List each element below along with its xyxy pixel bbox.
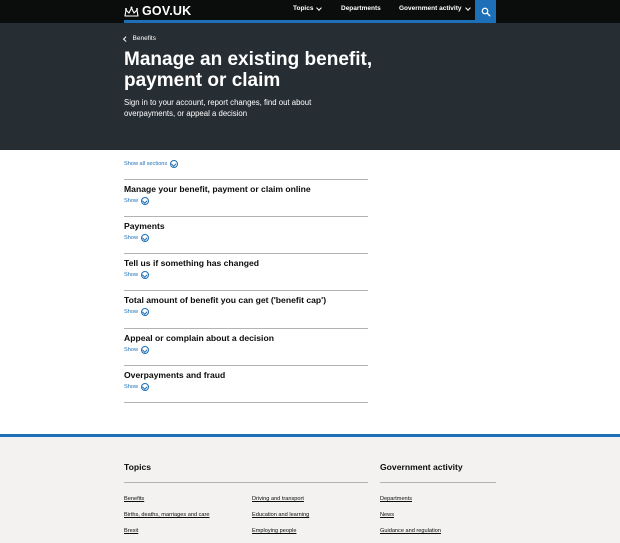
footer-link[interactable]: Departments [380, 496, 412, 502]
section-show-toggle[interactable]: Show [124, 197, 149, 205]
site-footer: Topics Government activity Benefits Birt… [0, 434, 620, 543]
footer-link[interactable]: Brexit [124, 528, 138, 534]
breadcrumb-label: Benefits [132, 35, 157, 42]
footer-link[interactable]: Guidance and regulation [380, 528, 441, 534]
accordion-section[interactable]: Total amount of benefit you can get ('be… [124, 290, 368, 328]
nav-government-activity[interactable]: Government activity [399, 4, 471, 12]
nav-government-activity-label: Government activity [399, 5, 462, 12]
site-header: GOV.UK Topics Departments Government act… [0, 0, 620, 23]
chevron-down-icon [316, 4, 323, 11]
section-title: Total amount of benefit you can get ('be… [124, 295, 327, 305]
chevron-down-circle-icon [141, 197, 149, 205]
search-icon [481, 7, 490, 16]
footer-link[interactable]: Education and learning [252, 512, 309, 518]
section-show-toggle[interactable]: Show [124, 383, 149, 391]
accordion-section[interactable]: Appeal or complain about a decision Show [124, 328, 368, 365]
chevron-down-icon [464, 4, 471, 11]
accordion-section[interactable]: Payments Show [124, 216, 368, 253]
section-title: Appeal or complain about a decision [124, 333, 274, 343]
section-show-toggle[interactable]: Show [124, 308, 149, 316]
footer-link[interactable]: Employing people [252, 528, 296, 534]
nav-departments-label: Departments [341, 5, 381, 12]
crown-icon [124, 6, 139, 17]
show-label: Show [124, 384, 138, 390]
accordion-section[interactable]: Overpayments and fraud Show [124, 365, 368, 402]
section-show-toggle[interactable]: Show [124, 234, 149, 242]
govuk-logo-link[interactable]: GOV.UK [124, 3, 191, 19]
nav-departments[interactable]: Departments [341, 5, 381, 12]
section-show-toggle[interactable]: Show [124, 271, 149, 279]
footer-government-activity-heading: Government activity [380, 462, 463, 472]
logo-text: GOV.UK [142, 4, 192, 18]
section-title: Payments [124, 221, 165, 231]
chevron-left-icon [123, 36, 129, 41]
breadcrumb-benefits[interactable]: Benefits [123, 35, 157, 42]
chevron-down-circle-icon [141, 346, 149, 354]
footer-link[interactable]: Benefits [124, 496, 144, 502]
page-description: Sign in to your account, report changes,… [124, 98, 312, 118]
section-title: Tell us if something has changed [124, 258, 259, 268]
nav-topics[interactable]: Topics [293, 4, 323, 12]
footer-topics-heading: Topics [124, 462, 152, 472]
show-label: Show [124, 235, 138, 241]
chevron-down-circle-icon [141, 383, 149, 391]
nav-topics-label: Topics [293, 5, 314, 12]
show-label: Show [124, 272, 138, 278]
show-label: Show [124, 347, 138, 353]
chevron-down-circle-icon [170, 160, 179, 168]
section-title: Overpayments and fraud [124, 370, 226, 380]
footer-link[interactable]: Driving and transport [252, 496, 304, 502]
chevron-down-circle-icon [141, 234, 149, 242]
page-title: Manage an existing benefit, payment or c… [124, 49, 373, 91]
show-label: Show [124, 309, 138, 315]
show-all-sections-button[interactable]: Show all sections [124, 160, 179, 168]
section-title: Manage your benefit, payment or claim on… [124, 184, 311, 194]
accordion-section[interactable]: Manage your benefit, payment or claim on… [124, 179, 368, 216]
accordion-end-divider [124, 402, 368, 403]
footer-divider [380, 482, 496, 483]
section-show-toggle[interactable]: Show [124, 346, 149, 354]
footer-link[interactable]: News [380, 512, 394, 518]
show-label: Show [124, 198, 138, 204]
footer-divider [124, 482, 368, 483]
show-all-label: Show all sections [124, 161, 168, 167]
accordion-section[interactable]: Tell us if something has changed Show [124, 253, 368, 290]
chevron-down-circle-icon [141, 271, 149, 279]
footer-link[interactable]: Births, deaths, marriages and care [124, 512, 210, 518]
chevron-down-circle-icon [141, 308, 149, 316]
